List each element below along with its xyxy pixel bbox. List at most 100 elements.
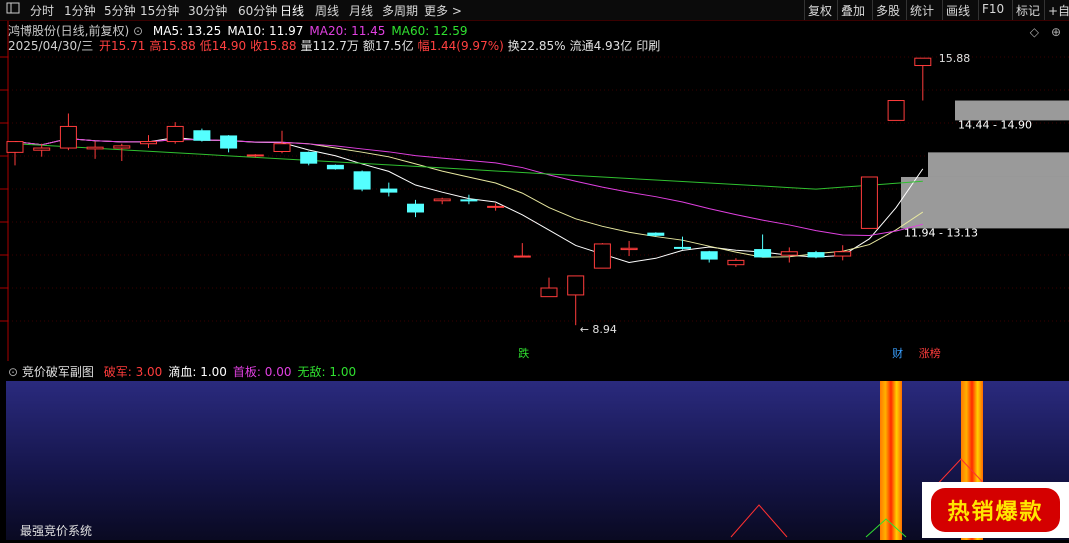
candle-body [540, 287, 558, 298]
candle-body [220, 135, 238, 149]
signal-bar [880, 381, 902, 540]
candle-body [780, 251, 798, 256]
promo-banner[interactable]: 热销爆款 [922, 482, 1069, 538]
candle-body [593, 243, 611, 269]
low-annotation: ← 8.94 [580, 323, 617, 336]
candle-body [513, 255, 531, 258]
candle-body [433, 198, 451, 202]
toolbar-separator [837, 0, 838, 20]
toolbar-item-8[interactable]: 月线 [349, 2, 373, 19]
candle-body [647, 232, 665, 236]
candle-body [33, 147, 51, 151]
toolbar-right-item-5[interactable]: F10 [982, 2, 1004, 16]
candle-body [700, 251, 718, 260]
stat-item-6: 幅1.44(9.97%) [417, 39, 504, 53]
stock-title[interactable]: 鸿博股份(日线,前复权) [8, 24, 129, 38]
toolbar-item-7[interactable]: 周线 [315, 2, 339, 19]
toolbar-item-10[interactable]: 更多 > [424, 2, 462, 19]
toolbar-separator [942, 0, 943, 20]
toolbar-item-4[interactable]: 30分钟 [188, 2, 227, 19]
toolbar-item-2[interactable]: 5分钟 [104, 2, 136, 19]
price-zone [901, 176, 1069, 229]
toolbar-separator [978, 0, 979, 20]
candle-body [166, 125, 184, 143]
toolbar-item-0[interactable]: 分时 [30, 2, 54, 19]
toolbar-item-5[interactable]: 60分钟 [238, 2, 277, 19]
candle-body [567, 275, 585, 296]
price-zone [928, 152, 1069, 177]
panel-toggle-icon[interactable] [6, 1, 20, 18]
toolbar-separator [1044, 0, 1045, 20]
candle-body [914, 57, 932, 67]
indicator-header: ⊙ 竞价破军副图 破军: 3.00 滴血: 1.00 首板: 0.00 无敌: 1.0… [8, 363, 356, 380]
toolbar-right-item-7[interactable]: +自 [1048, 2, 1069, 19]
stat-item-1: 高15.88 [149, 39, 196, 53]
stat-item-8: 流通4.93亿 [569, 39, 633, 53]
toolbar-right-item-2[interactable]: 多股 [876, 2, 900, 19]
candle-body [487, 205, 505, 208]
indicator-item-3: 无敌: 1.00 [297, 365, 357, 379]
stat-item-3: 收15.88 [250, 39, 297, 53]
stat-list: 开15.71 高15.88 低14.90 收15.88 量112.7万 额17.5亿 幅1.… [97, 39, 660, 53]
indicator-values: 破军: 3.00 滴血: 1.00 首板: 0.00 无敌: 1.00 [98, 365, 356, 379]
indicator-item-1: 滴血: 1.00 [168, 365, 227, 379]
candle-body [273, 143, 291, 152]
stock-date: 2025/04/30/三 [8, 39, 94, 53]
toolbar-item-1[interactable]: 1分钟 [64, 2, 96, 19]
panel-toggle-icon-svg [6, 2, 20, 14]
candle-body [807, 252, 825, 258]
stat-item-4: 量112.7万 [300, 39, 359, 53]
price-zone-label: 14.44 - 14.90 [958, 118, 1032, 131]
candle-body [6, 141, 24, 153]
ma-value-1: MA10: 11.97 [227, 24, 304, 38]
toolbar-separator [1012, 0, 1013, 20]
candle-body [140, 141, 157, 145]
candle-body [86, 146, 104, 150]
indicator-panel[interactable] [6, 381, 1069, 540]
ma-value-0: MA5: 13.25 [152, 24, 222, 38]
stock-stats-row: 2025/04/30/三 开15.71 高15.88 低14.90 收15.88 量11… [8, 37, 660, 54]
period-toolbar: 分时 1分钟 5分钟 15分钟 30分钟 60分钟 日线 周线 月线 多周期 更多 > 复权 叠加 多股… [0, 0, 1069, 21]
candle-body [754, 249, 772, 258]
toolbar-item-6[interactable]: 日线 [280, 2, 304, 19]
candle-body [727, 259, 745, 266]
indicator-title[interactable]: 竞价破军副图 [22, 365, 94, 379]
event-marker: 跌 [518, 346, 529, 360]
candle-body [460, 199, 478, 202]
stat-item-9: 印刷 [636, 39, 661, 53]
ma-value-3: MA60: 12.59 [391, 24, 468, 38]
indicator-chart [730, 381, 992, 540]
toolbar-right-item-1[interactable]: 叠加 [841, 2, 865, 19]
candle-body [407, 203, 424, 213]
stat-item-2: 低14.90 [199, 39, 247, 53]
toolbar-right-item-3[interactable]: 统计 [910, 2, 934, 19]
system-label: 最强竞价系统 [20, 524, 93, 538]
stat-item-5: 额17.5亿 [362, 39, 414, 53]
chart-settings-icon[interactable]: ◇ [1030, 25, 1039, 39]
candle-body [353, 171, 371, 190]
promo-banner-text: 热销爆款 [931, 488, 1060, 532]
candle-body [59, 125, 77, 149]
event-marker: 财 [892, 346, 903, 360]
candle-body [620, 247, 638, 251]
ma-line [14, 143, 923, 190]
stat-item-7: 换22.85% [507, 39, 566, 53]
high-annotation: 15.88 [939, 52, 971, 65]
toolbar-right-item-4[interactable]: 画线 [946, 2, 970, 19]
toolbar-right-item-6[interactable]: 标记 [1016, 2, 1040, 19]
toolbar-right-item-0[interactable]: 复权 [808, 2, 832, 19]
collapse-icon[interactable]: ⊙ [133, 24, 143, 38]
candle-body [113, 145, 131, 149]
event-marker: 涨榜 [919, 346, 941, 360]
chart-expand-icon[interactable]: ⊕ [1051, 25, 1061, 39]
indicator-item-2: 首板: 0.00 [232, 365, 292, 379]
toolbar-item-3[interactable]: 15分钟 [140, 2, 179, 19]
kline-chart[interactable]: 14.44 - 14.9013.13 - 13.7011.94 - 13.13←… [0, 21, 1069, 361]
indicator-collapse-icon[interactable]: ⊙ [8, 365, 18, 379]
candle-body [887, 100, 905, 121]
candle-body [380, 188, 398, 193]
candle-body [860, 176, 878, 229]
toolbar-item-9[interactable]: 多周期 [382, 2, 418, 19]
kline-chart-area[interactable]: 14.44 - 14.9013.13 - 13.7011.94 - 13.13←… [0, 21, 1069, 361]
candle-body [326, 164, 344, 170]
